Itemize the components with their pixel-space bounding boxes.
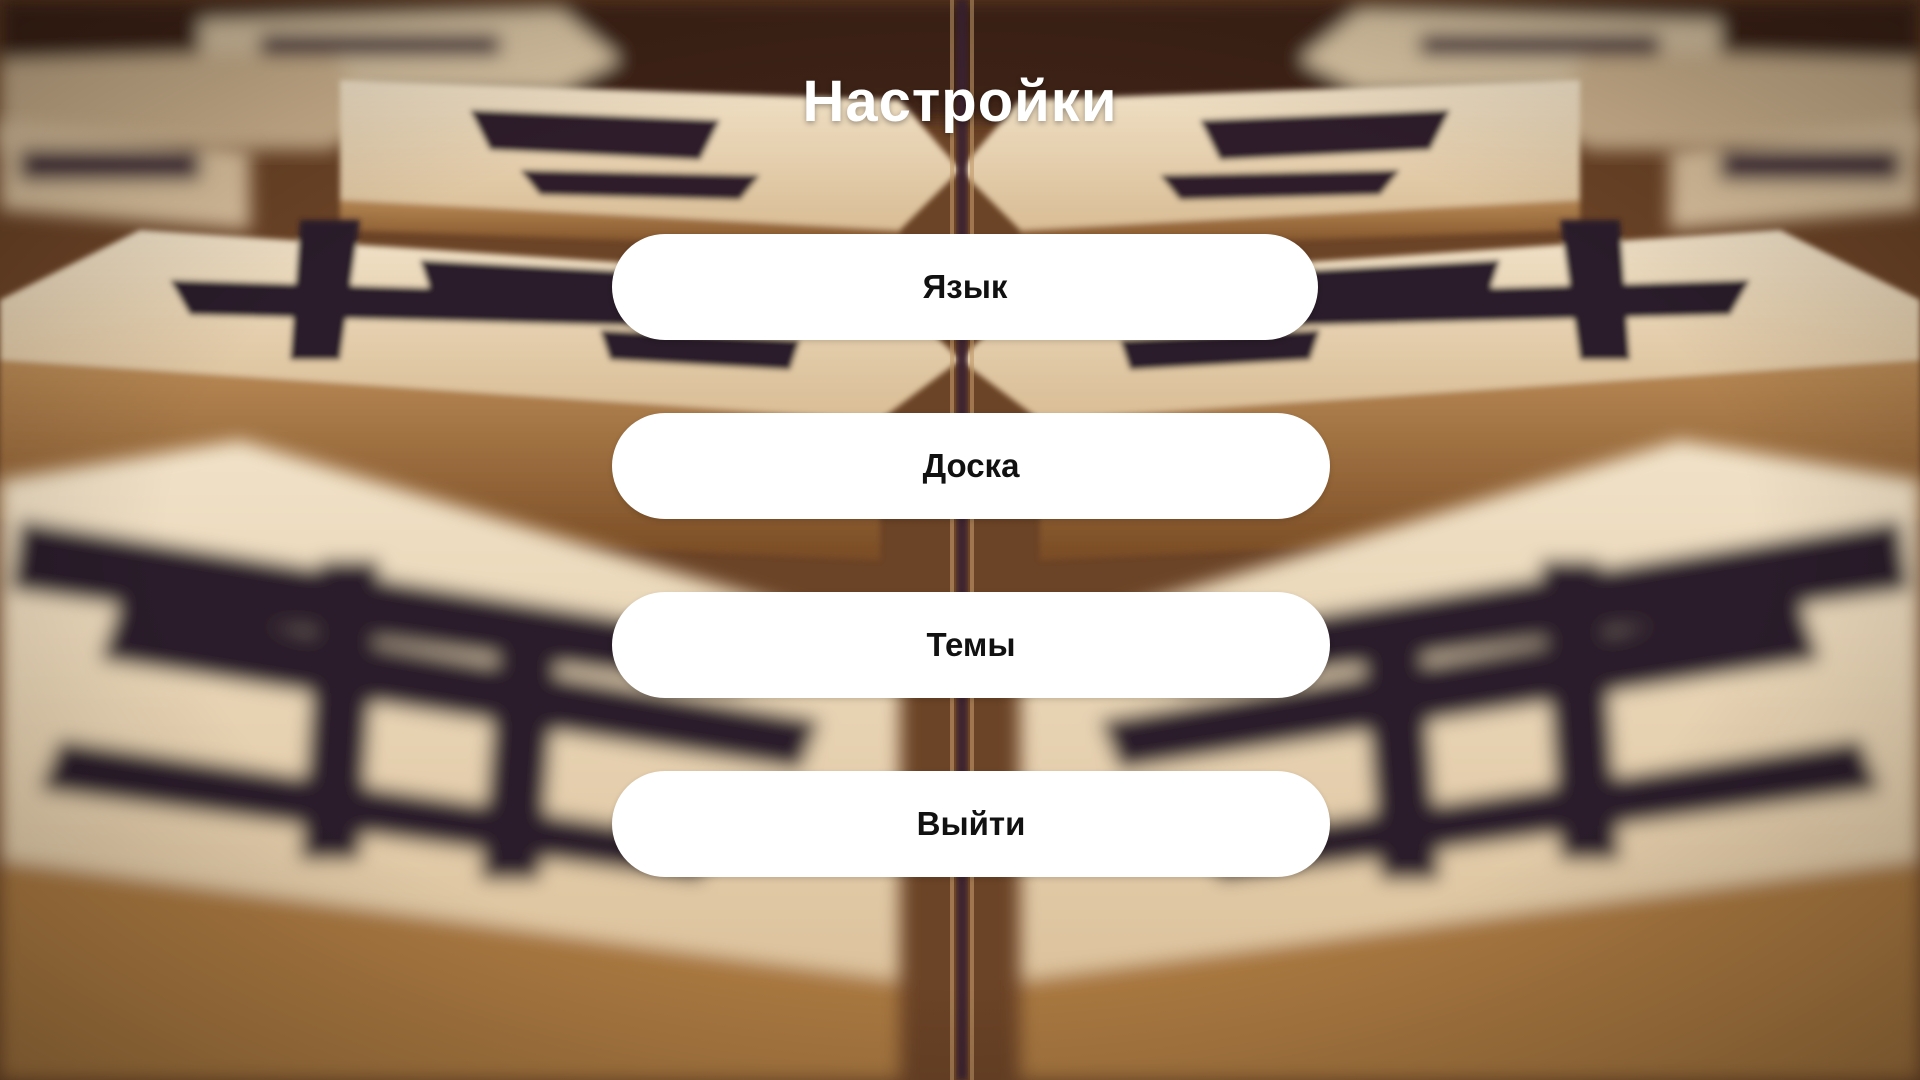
settings-title: Настройки xyxy=(802,69,1118,134)
exit-button[interactable]: Выйти xyxy=(612,771,1330,877)
board-button[interactable]: Доска xyxy=(612,413,1330,519)
background-image xyxy=(0,0,1920,1080)
themes-button[interactable]: Темы xyxy=(612,592,1330,698)
language-button[interactable]: Язык xyxy=(612,234,1318,340)
